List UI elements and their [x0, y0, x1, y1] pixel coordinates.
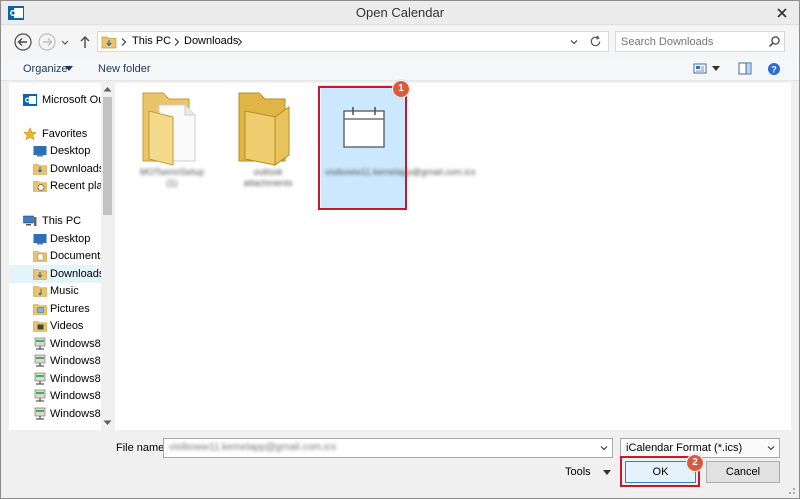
- svg-text:?: ?: [771, 65, 777, 75]
- network-drive-icon: [34, 372, 46, 385]
- file-list: MOTsemriSetup (1) outlook attachments vi…: [115, 80, 791, 430]
- window-title: Open Calendar: [355, 5, 445, 20]
- scroll-down-icon[interactable]: [103, 420, 112, 426]
- nav-item-label: Music: [50, 285, 79, 297]
- change-view-icon[interactable]: [693, 62, 707, 75]
- step-badge-1: 1: [392, 80, 410, 98]
- address-dropdown-icon[interactable]: [569, 37, 579, 47]
- file-name-label: File name:: [116, 442, 168, 454]
- breadcrumb-chevron-icon[interactable]: [173, 37, 181, 47]
- file-item-folder[interactable]: MOTsemriSetup (1): [129, 85, 215, 209]
- breadcrumb-this-pc[interactable]: This PC: [132, 35, 171, 47]
- nav-item-label: Downloads: [50, 163, 105, 175]
- music-icon: [33, 286, 47, 297]
- nav-item-label: Recent plac: [50, 180, 109, 192]
- star-icon: [23, 127, 37, 141]
- file-name: outlook attachments: [243, 167, 293, 188]
- step-badge-2: 2: [686, 454, 704, 472]
- recent-places-icon: [33, 181, 47, 192]
- command-toolbar: Organize New folder ?: [1, 58, 799, 81]
- nav-item-label: Windows8 (: [50, 355, 108, 367]
- downloads-folder-icon: [33, 269, 47, 280]
- up-arrow-icon[interactable]: [77, 32, 93, 52]
- nav-item-label: Desktop: [50, 145, 91, 157]
- nav-item-label: Videos: [50, 320, 84, 332]
- chevron-down-icon[interactable]: [599, 443, 609, 453]
- downloads-folder-icon: [33, 164, 47, 175]
- documents-icon: [33, 251, 47, 262]
- open-calendar-dialog: Open Calendar This PC Downloads Search D…: [0, 0, 800, 499]
- outlook-icon: [23, 94, 37, 106]
- folder-icon: [142, 92, 196, 166]
- desktop-icon: [33, 234, 47, 245]
- close-icon[interactable]: [771, 3, 793, 23]
- nav-item-label: Pictures: [50, 303, 90, 315]
- breadcrumb-chevron-icon[interactable]: [120, 37, 128, 47]
- search-icon[interactable]: [768, 35, 781, 48]
- file-type-value: iCalendar Format (*.ics): [626, 442, 743, 454]
- title-bar: Open Calendar: [1, 1, 799, 25]
- network-drive-icon: [34, 407, 46, 420]
- address-row: This PC Downloads: [1, 26, 799, 58]
- network-drive-icon: [34, 337, 46, 350]
- desktop-icon: [33, 146, 47, 157]
- nav-item-label: Downloads: [50, 268, 105, 280]
- search-input[interactable]: [621, 34, 761, 49]
- videos-icon: [33, 321, 47, 332]
- new-folder-button[interactable]: New folder: [98, 63, 151, 75]
- downloads-folder-icon: [101, 36, 117, 49]
- organize-dropdown-icon[interactable]: [65, 66, 73, 72]
- breadcrumb-downloads[interactable]: Downloads: [184, 35, 238, 47]
- nav-item-label: Favorites: [42, 128, 88, 140]
- nav-item-label: Documents: [50, 250, 106, 262]
- network-drive-icon: [34, 389, 46, 402]
- file-name: MOTsemriSetup (1): [139, 167, 205, 188]
- nav-item-label: Windows8 (: [50, 338, 108, 350]
- recent-locations-chevron-icon[interactable]: [59, 32, 71, 52]
- navigation-pane: Microsoft Ou Favorites Desktop Downloads…: [9, 83, 114, 430]
- tools-dropdown-icon[interactable]: [603, 470, 611, 476]
- search-box[interactable]: [615, 31, 785, 52]
- nav-item-label: Desktop: [50, 233, 91, 245]
- help-icon[interactable]: ?: [767, 62, 781, 76]
- scroll-thumb[interactable]: [103, 97, 112, 215]
- back-arrow-icon[interactable]: [13, 32, 33, 52]
- nav-item-label: Microsoft Ou: [42, 94, 105, 106]
- cancel-button[interactable]: Cancel: [706, 461, 780, 483]
- address-bar[interactable]: This PC Downloads: [97, 31, 609, 52]
- nav-item-label: Windows8 (: [50, 408, 108, 420]
- chevron-down-icon[interactable]: [766, 443, 776, 453]
- breadcrumb-chevron-icon[interactable]: [236, 37, 244, 47]
- highlight-box-file: [318, 86, 407, 210]
- resize-grip-icon[interactable]: [786, 485, 796, 495]
- view-dropdown-icon[interactable]: [712, 66, 720, 72]
- file-item-folder[interactable]: outlook attachments: [225, 85, 311, 209]
- nav-item-label: This PC: [42, 215, 82, 227]
- forward-arrow-icon[interactable]: [37, 32, 57, 52]
- network-drive-icon: [34, 354, 46, 367]
- navigation-scrollbar[interactable]: [101, 83, 114, 430]
- scroll-up-icon[interactable]: [103, 86, 112, 92]
- pictures-icon: [33, 304, 47, 315]
- file-name-input[interactable]: visiboww11.kemelapp@gmail.com.ics: [163, 438, 613, 458]
- nav-item-label: Windows8 (: [50, 390, 108, 402]
- organize-button[interactable]: Organize: [23, 63, 68, 75]
- computer-icon: [23, 215, 37, 226]
- nav-item-label: Windows8 (: [50, 373, 108, 385]
- bottom-panel: File name: visiboww11.kemelapp@gmail.com…: [1, 431, 799, 498]
- folder-icon: [238, 92, 290, 166]
- nav-item-downloads-pc[interactable]: Downloads: [9, 265, 109, 283]
- file-name-value: visiboww11.kemelapp@gmail.com.ics: [169, 442, 337, 453]
- refresh-icon[interactable]: [588, 34, 603, 49]
- preview-pane-icon[interactable]: [738, 62, 752, 75]
- tools-button[interactable]: Tools: [565, 466, 591, 478]
